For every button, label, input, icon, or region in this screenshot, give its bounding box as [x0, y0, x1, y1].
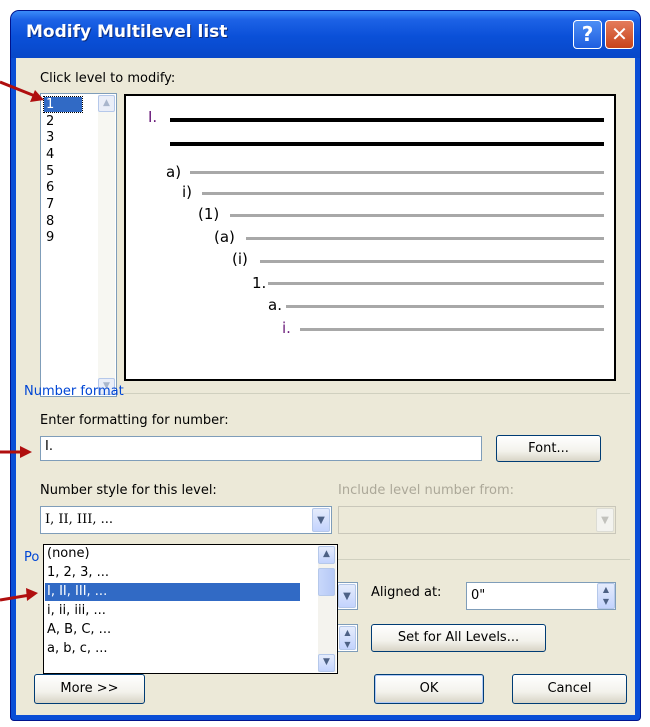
annotation-arrows [0, 80, 44, 602]
annotation-arrow-icon [0, 588, 38, 602]
annotation-arrow-icon [0, 446, 32, 458]
annotation-arrow-icon [0, 80, 44, 102]
